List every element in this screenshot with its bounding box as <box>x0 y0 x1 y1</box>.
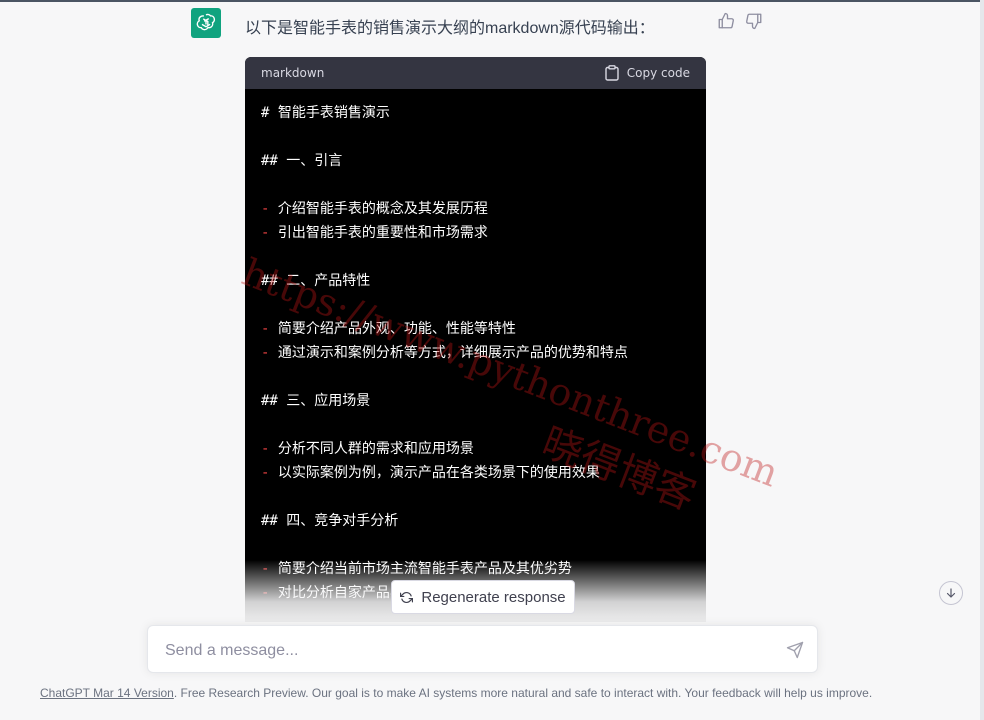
code-line: ## 三、应用场景 <box>261 389 690 413</box>
assistant-message: 以下是智能手表的销售演示大纲的markdown源代码输出： <box>245 20 655 37</box>
code-line: ## 四、竞争对手分析 <box>261 509 690 533</box>
thumbs-up-icon[interactable] <box>717 12 735 30</box>
footer: ChatGPT Mar 14 Version. Free Research Pr… <box>40 686 940 700</box>
top-border <box>0 0 984 2</box>
code-line: - 引出智能手表的重要性和市场需求 <box>261 221 690 245</box>
version-link[interactable]: ChatGPT Mar 14 Version <box>40 686 174 700</box>
scrollbar[interactable] <box>980 0 984 720</box>
code-line: - 简要介绍产品外观、功能、性能等特性 <box>261 317 690 341</box>
scroll-to-bottom-button[interactable] <box>939 581 963 605</box>
code-line-text: # 智能手表销售演示 <box>261 105 390 121</box>
code-line: - 以实际案例为例，演示产品在各类场景下的使用效果 <box>261 461 690 485</box>
openai-logo-icon <box>196 13 216 31</box>
chatgpt-avatar <box>191 8 221 38</box>
copy-code-button[interactable]: Copy code <box>605 65 690 81</box>
code-line-text: 简要介绍产品外观、功能、性能等特性 <box>269 321 516 337</box>
code-line-text: ## 四、竞争对手分析 <box>261 513 399 529</box>
code-line-text: 介绍智能手表的概念及其发展历程 <box>269 201 488 217</box>
code-line-text: ## 一、引言 <box>261 153 343 169</box>
code-language: markdown <box>261 66 325 80</box>
message-input[interactable] <box>163 638 767 664</box>
footer-text: . Free Research Preview. Our goal is to … <box>173 686 873 700</box>
code-header: markdown Copy code <box>245 57 706 89</box>
code-block: markdown Copy code # 智能手表销售演示 ## 一、引言 - 介绍… <box>245 57 706 637</box>
code-line-text: 通过演示和案例分析等方式，详细展示产品的优势和特点 <box>269 345 628 361</box>
code-line-text: 引出智能手表的重要性和市场需求 <box>269 225 488 241</box>
regenerate-label: Regenerate response <box>421 588 566 606</box>
code-line-text: 简要介绍当前市场主流智能手表产品及其优劣势 <box>269 561 572 577</box>
regenerate-button[interactable]: Regenerate response <box>391 580 575 614</box>
code-line-text: 以实际案例为例，演示产品在各类场景下的使用效果 <box>269 465 600 481</box>
message-input-box <box>147 625 818 673</box>
code-line: - 通过演示和案例分析等方式，详细展示产品的优势和特点 <box>261 341 690 365</box>
code-line: - 介绍智能手表的概念及其发展历程 <box>261 197 690 221</box>
clipboard-icon <box>605 65 619 81</box>
code-line-text: 分析不同人群的需求和应用场景 <box>269 441 474 457</box>
thumbs-down-icon[interactable] <box>745 12 763 30</box>
code-line: - 分析不同人群的需求和应用场景 <box>261 437 690 461</box>
code-line: ## 一、引言 <box>261 149 690 173</box>
arrow-down-icon <box>946 588 956 598</box>
code-line: # 智能手表销售演示 <box>261 101 690 125</box>
code-line: - 简要介绍当前市场主流智能手表产品及其优劣势 <box>261 557 690 581</box>
code-line-text: ## 二、产品特性 <box>261 273 371 289</box>
refresh-icon <box>400 591 414 603</box>
code-line: ## 二、产品特性 <box>261 269 690 293</box>
send-icon[interactable] <box>786 641 804 659</box>
code-content: # 智能手表销售演示 ## 一、引言 - 介绍智能手表的概念及其发展历程 - 引出智能… <box>245 89 706 605</box>
code-line-text: ## 三、应用场景 <box>261 393 371 409</box>
copy-code-label: Copy code <box>626 66 690 80</box>
